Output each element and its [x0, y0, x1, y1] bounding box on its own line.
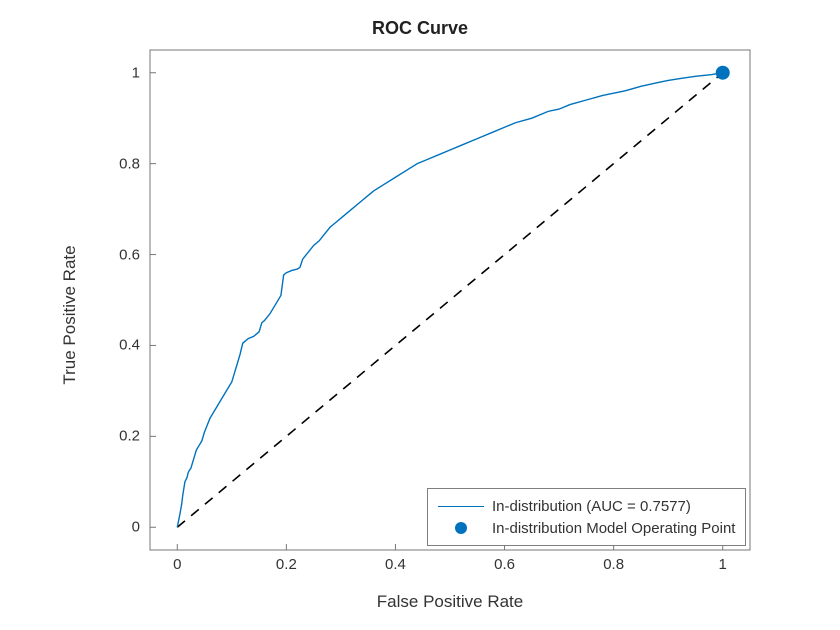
- legend-entry-line: In-distribution (AUC = 0.7577): [438, 495, 735, 517]
- legend-dot-sample: [455, 522, 467, 534]
- x-axis-label: False Positive Rate: [377, 592, 523, 612]
- y-axis-label: True Positive Rate: [60, 245, 80, 384]
- legend-swatch-marker: [438, 517, 484, 539]
- legend-line-sample: [438, 506, 484, 507]
- x-tick-label: 0.8: [603, 556, 624, 573]
- chart-title: ROC Curve: [0, 18, 840, 39]
- legend: In-distribution (AUC = 0.7577) In-distri…: [427, 488, 746, 546]
- operating-point-marker: [716, 66, 730, 80]
- y-tick-label: 0.4: [119, 337, 140, 354]
- x-tick-label: 0.2: [276, 556, 297, 573]
- random-classifier-line: [177, 73, 722, 528]
- y-tick-label: 0.8: [119, 155, 140, 172]
- legend-entry-marker: In-distribution Model Operating Point: [438, 517, 735, 539]
- x-tick-label: 0.4: [385, 556, 406, 573]
- y-tick-label: 0.6: [119, 246, 140, 263]
- legend-label-line: In-distribution (AUC = 0.7577): [492, 498, 691, 515]
- x-tick-label: 1: [719, 556, 727, 573]
- x-tick-label: 0.6: [494, 556, 515, 573]
- x-tick-label: 0: [173, 556, 181, 573]
- y-tick-label: 0.2: [119, 428, 140, 445]
- roc-plot-svg: [150, 50, 750, 550]
- legend-label-marker: In-distribution Model Operating Point: [492, 520, 735, 537]
- y-tick-label: 1: [132, 64, 140, 81]
- roc-figure: ROC Curve 0 0.2 0.4 0.6 0.8 1 0 0.2 0.4 0.6 0.8 1 T…: [0, 0, 840, 630]
- legend-swatch-line: [438, 495, 484, 517]
- y-tick-label: 0: [132, 519, 140, 536]
